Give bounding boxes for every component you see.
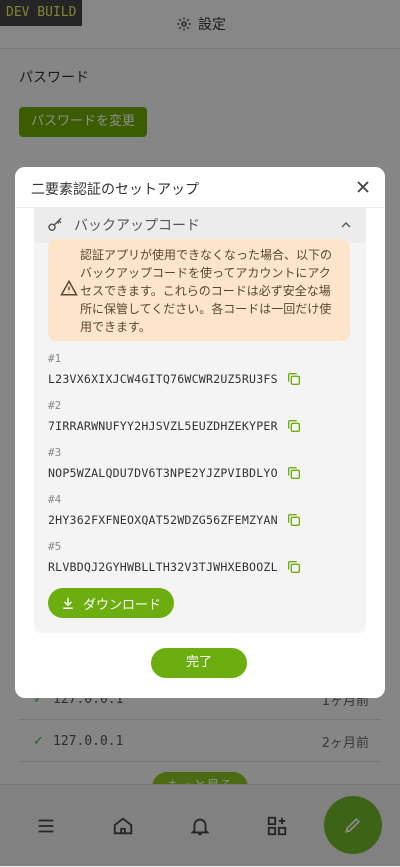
warning-icon bbox=[60, 279, 78, 296]
backup-warning-box: 認証アプリが使用できなくなった場合、以下の バックアップコードを使ってアカウント… bbox=[48, 239, 350, 341]
backup-code-value: RLVBDQJ2GYHWBLLTH32V3TJWHXEBOOZL bbox=[48, 560, 278, 574]
backup-warning-text: 認証アプリが使用できなくなった場合、以下の バックアップコードを使ってアカウント… bbox=[80, 246, 342, 336]
copy-icon[interactable] bbox=[286, 559, 302, 575]
warning-line: 認証アプリが使用できなくなった場合、以下の bbox=[80, 248, 333, 262]
close-icon[interactable] bbox=[353, 177, 373, 197]
warning-line: 用できます。 bbox=[80, 320, 151, 334]
download-label: ダウンロード bbox=[82, 597, 161, 613]
backup-code-item: #1 L23VX6XIXJCW4GITQ76WCWR2UZ5RU3FS bbox=[48, 352, 348, 387]
backup-code-item: #5 RLVBDQJ2GYHWBLLTH32V3TJWHXEBOOZL bbox=[48, 540, 348, 575]
backup-code-value: 2HY362FXFNEOXQAT52WDZG56ZFEMZYAN bbox=[48, 513, 278, 527]
download-button[interactable]: ダウンロード bbox=[48, 588, 174, 618]
download-icon bbox=[63, 597, 73, 609]
backup-code-item: #4 2HY362FXFNEOXQAT52WDZG56ZFEMZYAN bbox=[48, 493, 348, 528]
two-factor-setup-modal: 二要素認証のセットアップ バックアップコード 認証アプリが使用できなくなった場合… bbox=[15, 167, 385, 698]
backup-code-number: #1 bbox=[48, 352, 62, 365]
backup-code-value: 7IRRARWNUFYY2HJSVZL5EUZDHZEKYPER bbox=[48, 419, 278, 433]
backup-codes-accordion-header[interactable]: バックアップコード bbox=[34, 207, 366, 243]
warning-line: バックアップコードを使ってアカウントにアク bbox=[80, 266, 331, 280]
done-button[interactable]: 完了 bbox=[151, 648, 247, 678]
backup-code-number: #3 bbox=[48, 446, 62, 459]
backup-code-item: #3 NOP5WZALQDU7DV6T3NPE2YJZPVIBDLYO bbox=[48, 446, 348, 481]
warning-line: 所に保管してください。各コードは一回だけ使 bbox=[80, 302, 332, 316]
backup-code-value: NOP5WZALQDU7DV6T3NPE2YJZPVIBDLYO bbox=[48, 466, 278, 480]
copy-icon[interactable] bbox=[286, 371, 302, 387]
chevron-up-icon bbox=[341, 222, 351, 228]
modal-title: 二要素認証のセットアップ bbox=[31, 182, 199, 198]
key-icon bbox=[48, 217, 62, 231]
copy-icon[interactable] bbox=[286, 512, 302, 528]
backup-code-number: #5 bbox=[48, 540, 62, 553]
backup-code-number: #4 bbox=[48, 493, 62, 506]
copy-icon[interactable] bbox=[286, 418, 302, 434]
backup-code-item: #2 7IRRARWNUFYY2HJSVZL5EUZDHZEKYPER bbox=[48, 399, 348, 434]
warning-line: セスできます。これらのコードは必ず安全な場 bbox=[80, 284, 331, 298]
backup-codes-panel: バックアップコード 認証アプリが使用できなくなった場合、以下の バックアップコー… bbox=[34, 207, 366, 633]
modal-header: 二要素認証のセットアップ bbox=[15, 167, 385, 208]
backup-code-value: L23VX6XIXJCW4GITQ76WCWR2UZ5RU3FS bbox=[48, 372, 278, 386]
backup-code-number: #2 bbox=[48, 399, 62, 412]
copy-icon[interactable] bbox=[286, 465, 302, 481]
backup-codes-title: バックアップコード bbox=[74, 218, 200, 234]
